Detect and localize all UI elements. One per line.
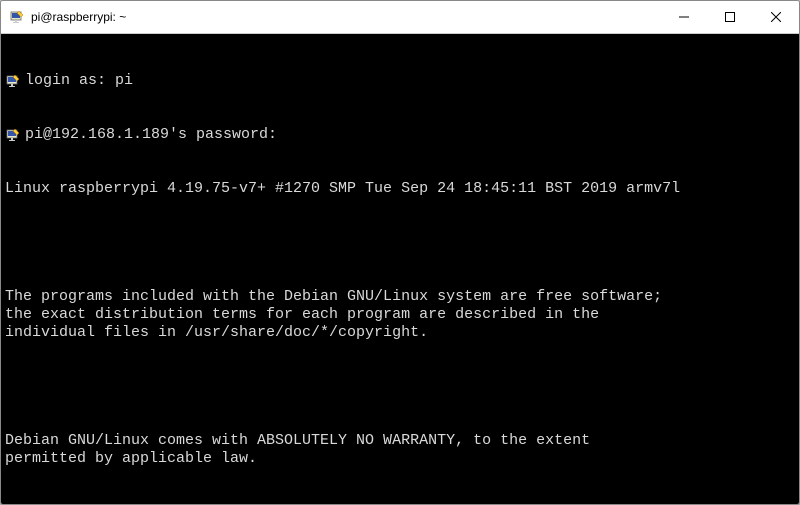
blank-2 bbox=[5, 378, 795, 396]
blank-1 bbox=[5, 234, 795, 252]
uname-line: Linux raspberrypi 4.19.75-v7+ #1270 SMP … bbox=[5, 180, 795, 198]
title-left: pi@raspberrypi: ~ bbox=[1, 9, 126, 25]
putty-icon bbox=[5, 73, 21, 89]
putty-icon bbox=[5, 127, 21, 143]
password-line: pi@192.168.1.189's password: bbox=[5, 126, 795, 144]
minimize-icon bbox=[679, 12, 689, 22]
titlebar[interactable]: pi@raspberrypi: ~ bbox=[1, 1, 799, 34]
window-controls bbox=[661, 1, 799, 33]
putty-icon bbox=[9, 9, 25, 25]
terminal-window: pi@raspberrypi: ~ login as: pi bbox=[0, 0, 800, 505]
login-line: login as: pi bbox=[5, 72, 795, 90]
minimize-button[interactable] bbox=[661, 1, 707, 33]
debian-notice: The programs included with the Debian GN… bbox=[5, 288, 795, 342]
password-prompt-text: pi@192.168.1.189's password: bbox=[25, 126, 795, 144]
close-button[interactable] bbox=[753, 1, 799, 33]
terminal-area[interactable]: login as: pi pi@192.168.1.189's password… bbox=[1, 34, 799, 504]
maximize-icon bbox=[725, 12, 735, 22]
warranty-notice: Debian GNU/Linux comes with ABSOLUTELY N… bbox=[5, 432, 795, 468]
close-icon bbox=[771, 12, 781, 22]
window-title: pi@raspberrypi: ~ bbox=[31, 10, 126, 24]
maximize-button[interactable] bbox=[707, 1, 753, 33]
login-prompt-text: login as: pi bbox=[25, 72, 795, 90]
